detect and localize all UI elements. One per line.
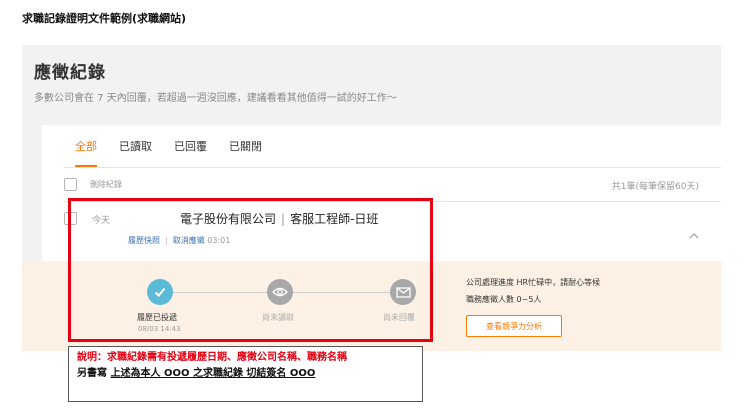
page-title: 應徵紀錄: [34, 63, 106, 83]
delete-records-label[interactable]: 刪除紀錄: [90, 179, 122, 190]
page-subtitle: 多數公司會在 7 天內回覆，若超過一週沒回應，建議看看其他值得一試的好工作～: [34, 93, 397, 104]
note-prefix: 另書寫: [77, 368, 107, 379]
applicant-count: 職務應徵人數 0~5人: [466, 295, 542, 304]
document-title: 求職記錄證明文件範例(求職網站): [22, 12, 187, 25]
explanation-note: 說明：求職紀錄需有投遞履歷日期、應徵公司名稱、職務名稱 另書寫 上述為本人 OO…: [68, 346, 423, 402]
list-header: 刪除紀錄 共1筆(每筆保留60天): [64, 168, 721, 202]
record-count: 共1筆(每筆保留60天): [611, 182, 699, 192]
note-signature-text: 上述為本人 OOO 之求職紀錄 切結簽名 OOO: [110, 368, 316, 379]
tab-replied[interactable]: 已回覆: [174, 125, 207, 167]
select-all-checkbox[interactable]: [64, 178, 77, 191]
note-line-2: 另書寫 上述為本人 OOO 之求職紀錄 切結簽名 OOO: [77, 366, 414, 382]
chevron-up-icon[interactable]: [689, 231, 699, 241]
tab-closed[interactable]: 已關閉: [229, 125, 262, 167]
tab-all[interactable]: 全部: [75, 125, 97, 167]
highlight-annotation-box: [68, 198, 433, 342]
tab-read[interactable]: 已讀取: [119, 125, 152, 167]
competitiveness-analysis-button[interactable]: 查看競爭力分析: [466, 315, 562, 337]
note-line-1: 說明：求職紀錄需有投遞履歷日期、應徵公司名稱、職務名稱: [77, 352, 347, 363]
processing-status: 公司處理進度 HR忙碌中，請耐心等候: [466, 278, 601, 287]
tab-bar: 全部 已讀取 已回覆 已關閉: [75, 125, 284, 167]
